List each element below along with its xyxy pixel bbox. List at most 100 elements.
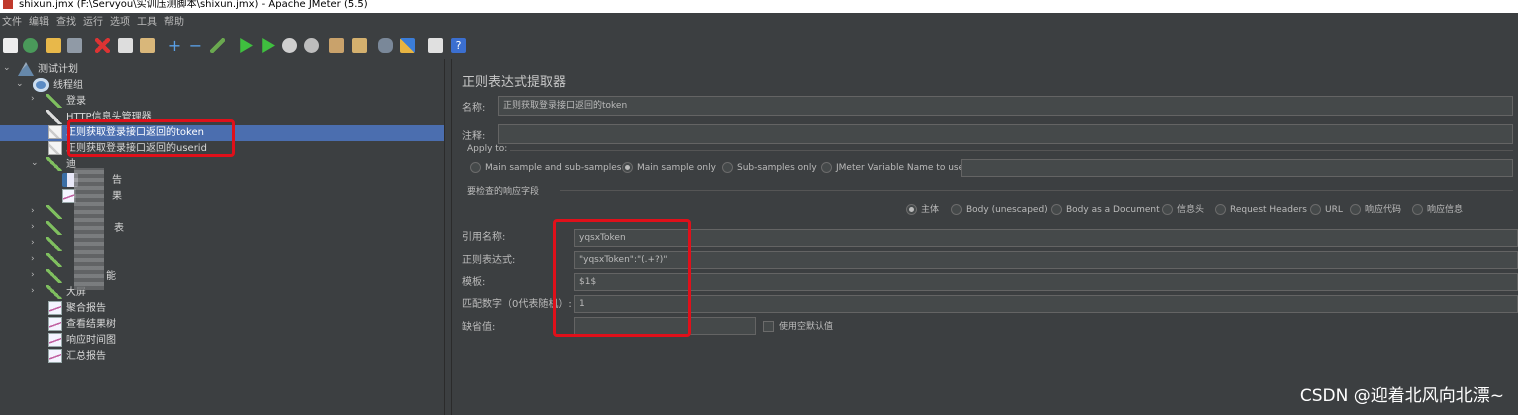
report-icon: [48, 317, 62, 331]
open-icon[interactable]: [46, 38, 61, 53]
sampler-icon: [46, 205, 62, 219]
pane-splitter[interactable]: [444, 59, 452, 415]
menu-search[interactable]: 查找: [54, 13, 81, 33]
menu-file[interactable]: 文件: [0, 13, 27, 33]
thread-group-icon: [33, 78, 49, 92]
chevron-right-icon[interactable]: ›: [31, 254, 35, 264]
report-icon: [48, 333, 62, 347]
sampler-icon: [46, 285, 62, 299]
sampler-icon: [46, 94, 62, 108]
radio-response-message[interactable]: 响应信息: [1412, 203, 1463, 217]
extractor-icon: [48, 125, 62, 139]
templates-icon[interactable]: [23, 38, 38, 53]
function-helper-icon[interactable]: [428, 38, 443, 53]
radio-url[interactable]: URL: [1310, 203, 1343, 217]
radio-main-only[interactable]: Main sample only: [622, 161, 716, 175]
toolbar: + − ?: [0, 33, 1518, 59]
reset-search-icon[interactable]: [400, 38, 415, 53]
window-title-bar: shixun.jmx (F:\Servyou\实训压测脚本\shixun.jmx…: [0, 0, 1518, 13]
shutdown-icon[interactable]: [304, 38, 319, 53]
field-to-check-label: 要检查的响应字段: [467, 187, 540, 197]
search-icon[interactable]: [378, 38, 393, 53]
use-empty-default-checkbox[interactable]: 使用空默认值: [763, 320, 833, 334]
sampler-icon: [46, 253, 62, 267]
chevron-right-icon[interactable]: ›: [31, 206, 35, 216]
report-icon: [48, 349, 62, 363]
new-icon[interactable]: [3, 38, 18, 53]
chevron-down-icon[interactable]: ⌄: [31, 158, 39, 168]
radio-request-headers[interactable]: Request Headers: [1215, 203, 1307, 217]
radio-main-and-sub[interactable]: Main sample and sub-samples: [470, 161, 622, 175]
regex-field[interactable]: "yqsxToken":"(.+?)": [574, 251, 1518, 269]
sampler-icon: [46, 221, 62, 235]
comment-label: 注释:: [462, 131, 486, 142]
menu-edit[interactable]: 编辑: [27, 13, 54, 33]
chevron-right-icon[interactable]: ›: [31, 286, 35, 296]
menu-tools[interactable]: 工具: [135, 13, 162, 33]
tree-node-test-plan[interactable]: 测试计划: [18, 62, 78, 78]
apply-to-group-border: [510, 150, 1513, 151]
start-icon[interactable]: [240, 38, 253, 53]
radio-jmeter-variable[interactable]: JMeter Variable Name to use: [821, 161, 964, 175]
tree-node-view-results-tree[interactable]: 查看结果树: [48, 317, 116, 333]
tree-node-sampler-3[interactable]: [46, 237, 66, 253]
menu-run[interactable]: 运行: [81, 13, 108, 33]
test-plan-icon: [18, 62, 34, 76]
blurred-region: [74, 168, 104, 290]
watermark: CSDN @迎着北风向北漂~: [1299, 386, 1504, 406]
chevron-down-icon[interactable]: ⌄: [16, 79, 24, 89]
help-icon[interactable]: ?: [451, 38, 466, 53]
apply-to-label: Apply to:: [467, 144, 508, 154]
toggle-icon[interactable]: [210, 38, 225, 53]
sampler-icon: [46, 237, 62, 251]
tree-node-thread-group[interactable]: 线程组: [33, 78, 83, 94]
chevron-right-icon[interactable]: ›: [31, 222, 35, 232]
template-field[interactable]: $1$: [574, 273, 1518, 291]
tree-node-aggregate-report[interactable]: 聚合报告: [48, 301, 106, 317]
cut-icon[interactable]: [95, 38, 110, 53]
copy-icon[interactable]: [118, 38, 133, 53]
clear-icon[interactable]: [329, 38, 344, 53]
menu-help[interactable]: 帮助: [162, 13, 189, 33]
regex-label: 正则表达式:: [462, 255, 516, 266]
tree-node-login[interactable]: 登录: [46, 94, 86, 110]
ref-name-field[interactable]: yqsxToken: [574, 229, 1518, 247]
tree-node-sampler-1[interactable]: [46, 205, 66, 221]
radio-body-as-document[interactable]: Body as a Document: [1051, 203, 1160, 217]
collapse-icon[interactable]: −: [188, 38, 203, 54]
start-no-pause-icon[interactable]: [262, 38, 275, 53]
template-label: 模板:: [462, 277, 486, 288]
field-to-check-group-border: [560, 190, 1513, 191]
ref-name-label: 引用名称:: [462, 232, 506, 243]
chevron-right-icon[interactable]: ›: [31, 270, 35, 280]
tree-node-summary-report[interactable]: 汇总报告: [48, 349, 106, 365]
radio-sub-only[interactable]: Sub-samples only: [722, 161, 817, 175]
tree-node-blurred-a[interactable]: 迪: [46, 157, 76, 173]
radio-headers[interactable]: 信息头: [1162, 203, 1204, 217]
window-title: shixun.jmx (F:\Servyou\实训压测脚本\shixun.jmx…: [19, 0, 368, 10]
paste-icon[interactable]: [140, 38, 155, 53]
panel-title: 正则表达式提取器: [462, 75, 567, 90]
name-field[interactable]: 正则获取登录接口返回的token: [498, 96, 1513, 116]
name-label: 名称:: [462, 103, 486, 114]
comment-field[interactable]: [498, 124, 1513, 144]
menu-options[interactable]: 选项: [108, 13, 135, 33]
default-value-label: 缺省值:: [462, 322, 496, 333]
sampler-icon: [46, 157, 62, 171]
chevron-down-icon[interactable]: ⌄: [3, 63, 11, 73]
stop-icon[interactable]: [282, 38, 297, 53]
tree-node-response-time-graph[interactable]: 响应时间图: [48, 333, 116, 349]
chevron-right-icon[interactable]: ›: [31, 94, 35, 104]
radio-body[interactable]: 主体: [906, 203, 939, 217]
jmeter-variable-field[interactable]: [961, 159, 1513, 177]
tree-node-sampler-4[interactable]: [46, 253, 66, 269]
save-icon[interactable]: [67, 38, 82, 53]
chevron-right-icon[interactable]: ›: [31, 238, 35, 248]
menu-bar: 文件 编辑 查找 运行 选项 工具 帮助: [0, 13, 1518, 33]
config-element-icon: [46, 110, 62, 124]
match-no-field[interactable]: 1: [574, 295, 1518, 313]
radio-body-unescaped[interactable]: Body (unescaped): [951, 203, 1048, 217]
radio-response-code[interactable]: 响应代码: [1350, 203, 1401, 217]
expand-icon[interactable]: +: [167, 38, 182, 54]
clear-all-icon[interactable]: [352, 38, 367, 53]
